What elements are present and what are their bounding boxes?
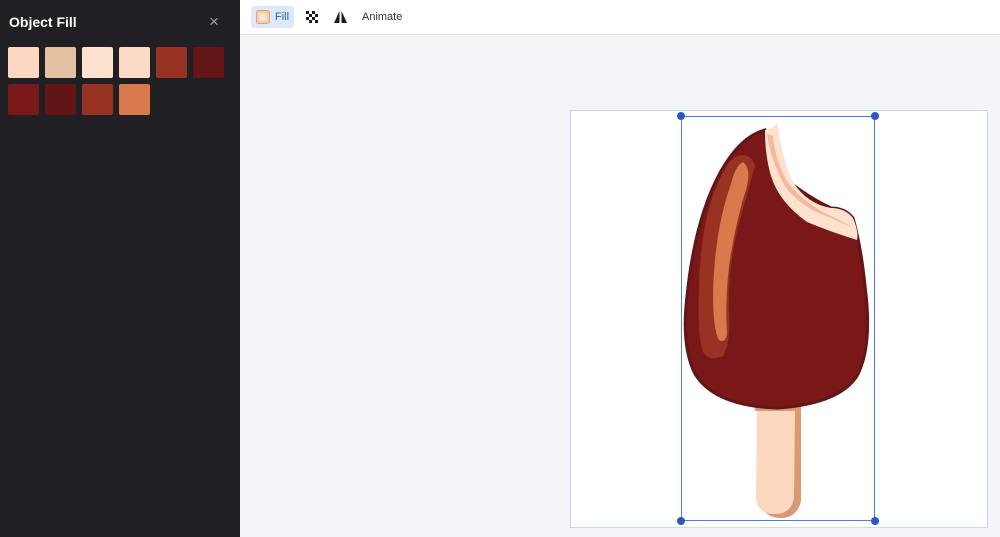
toolbar: Fill Animate bbox=[240, 0, 1000, 35]
resize-handle-top-left[interactable] bbox=[677, 112, 685, 120]
animate-button[interactable]: Animate bbox=[362, 6, 402, 28]
canvas-area[interactable] bbox=[240, 36, 1000, 537]
color-swatch[interactable] bbox=[8, 47, 39, 78]
color-swatch-grid bbox=[8, 47, 228, 115]
color-swatch[interactable] bbox=[82, 47, 113, 78]
color-swatch[interactable] bbox=[8, 84, 39, 115]
resize-handle-bottom-left[interactable] bbox=[677, 517, 685, 525]
fill-label: Fill bbox=[275, 11, 290, 23]
resize-handle-top-right[interactable] bbox=[871, 112, 879, 120]
fill-icon bbox=[256, 10, 270, 24]
flip-icon bbox=[333, 11, 347, 23]
fill-button[interactable]: Fill bbox=[251, 6, 294, 28]
transparency-button[interactable] bbox=[304, 6, 320, 28]
color-swatch[interactable] bbox=[45, 47, 76, 78]
flip-button[interactable] bbox=[332, 6, 348, 28]
color-swatch[interactable] bbox=[45, 84, 76, 115]
popsicle-illustration[interactable] bbox=[681, 116, 875, 521]
color-swatch[interactable] bbox=[119, 47, 150, 78]
popsicle-stick bbox=[756, 406, 795, 514]
color-swatch[interactable] bbox=[193, 47, 224, 78]
object-fill-panel: Object Fill × bbox=[0, 0, 240, 537]
color-swatch[interactable] bbox=[82, 84, 113, 115]
panel-title: Object Fill bbox=[9, 14, 77, 30]
checkerboard-icon bbox=[306, 11, 318, 23]
color-swatch[interactable] bbox=[119, 84, 150, 115]
resize-handle-bottom-right[interactable] bbox=[871, 517, 879, 525]
close-icon[interactable]: × bbox=[206, 13, 222, 30]
color-swatch[interactable] bbox=[156, 47, 187, 78]
